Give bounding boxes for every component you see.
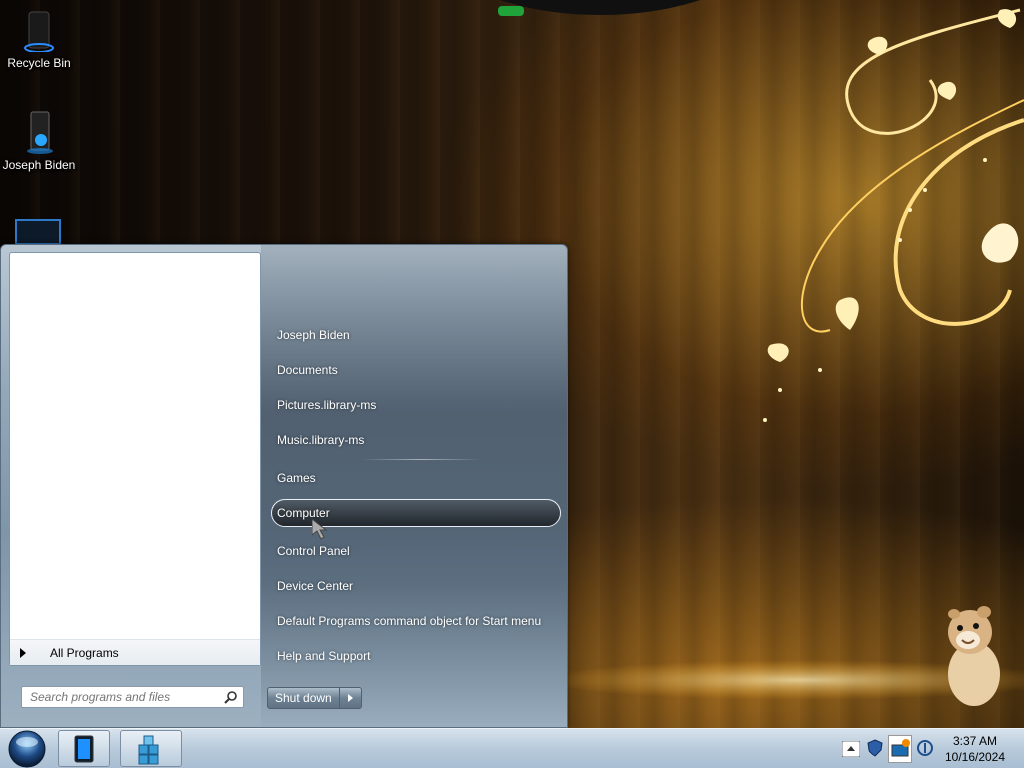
menu-item-music[interactable]: Music.library-ms <box>271 426 561 454</box>
shield-icon[interactable] <box>866 739 884 757</box>
taskbar-app-explorer[interactable] <box>58 730 110 767</box>
desktop-icon-recycle-bin[interactable]: Recycle Bin <box>0 8 78 70</box>
pinned-programs-pane: All Programs <box>9 252 261 666</box>
start-menu-right-pane: Joseph Biden Documents Pictures.library-… <box>261 245 567 727</box>
shutdown-control: Shut down <box>267 687 362 709</box>
taskbar: 3:37 AM 10/16/2024 <box>0 728 1024 768</box>
sync-icon[interactable] <box>916 739 934 757</box>
hamster-desktop-pet[interactable] <box>940 604 1006 708</box>
clock-date: 10/16/2024 <box>944 750 1006 764</box>
explorer-icon <box>74 735 94 763</box>
user-folder-label: Joseph Biden <box>2 158 76 172</box>
partial-desktop-icon[interactable] <box>14 216 62 245</box>
desktop-icon-user-folder[interactable]: Joseph Biden <box>0 110 78 172</box>
taskbar-app-registry[interactable] <box>120 730 182 767</box>
show-hidden-icons-icon[interactable] <box>841 740 861 759</box>
arrow-right-icon <box>347 694 353 702</box>
clock-time: 3:37 AM <box>952 734 998 748</box>
start-button[interactable] <box>6 730 48 768</box>
taskbar-clock[interactable]: 3:37 AM 10/16/2024 <box>940 733 1010 765</box>
menu-item-pictures[interactable]: Pictures.library-ms <box>271 391 561 419</box>
menu-item-games[interactable]: Games <box>271 464 561 492</box>
menu-item-user-folder[interactable]: Joseph Biden <box>271 321 561 349</box>
menu-item-documents[interactable]: Documents <box>271 356 561 384</box>
recycle-bin-label: Recycle Bin <box>7 56 71 70</box>
menu-item-help-support[interactable]: Help and Support <box>271 642 561 670</box>
cubes-icon <box>138 735 159 765</box>
menu-item-device-center[interactable]: Device Center <box>271 572 561 600</box>
arrow-right-icon <box>20 647 26 658</box>
network-monitor-icon[interactable] <box>888 735 912 763</box>
all-programs-label: All Programs <box>50 645 119 660</box>
search-programs-box[interactable] <box>21 686 244 708</box>
menu-separator <box>361 459 481 460</box>
search-icon[interactable] <box>224 690 238 707</box>
user-folder-icon <box>19 110 59 154</box>
mouse-cursor <box>312 519 328 540</box>
menu-item-control-panel[interactable]: Control Panel <box>271 537 561 565</box>
shutdown-options-button[interactable] <box>339 687 362 709</box>
all-programs-button[interactable]: All Programs <box>10 639 260 665</box>
search-input[interactable] <box>30 687 220 707</box>
menu-item-default-programs[interactable]: Default Programs command object for Star… <box>271 607 561 635</box>
recycle-bin-icon <box>19 8 59 53</box>
start-menu: All Programs Joseph Biden Documents Pict… <box>0 244 568 728</box>
shutdown-button[interactable]: Shut down <box>267 687 340 709</box>
